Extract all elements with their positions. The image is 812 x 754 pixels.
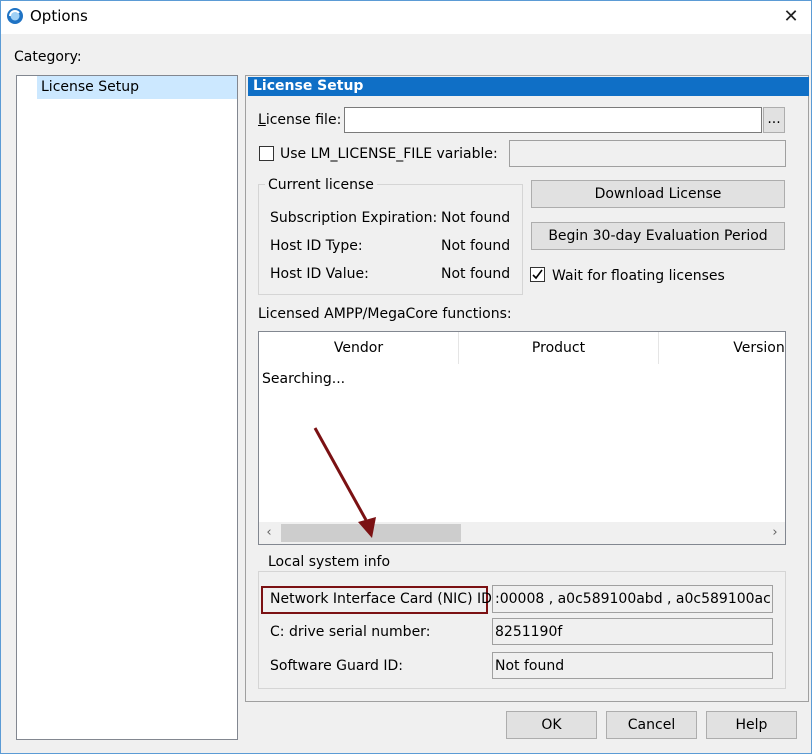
host-id-value-label: Host ID Value: [270,266,369,282]
download-license-button[interactable]: Download License [531,180,785,208]
drive-serial-label: C: drive serial number: [270,624,431,640]
license-file-label-text: icense file: [265,112,342,128]
app-icon [7,8,23,24]
column-header-product[interactable]: Product [459,332,659,364]
panel-header: License Setup [248,77,809,96]
close-icon[interactable]: ✕ [776,2,806,32]
host-id-type-value: Not found [441,238,511,254]
host-id-value-value: Not found [441,266,511,282]
software-guard-field[interactable]: Not found [492,652,773,679]
column-header-vendor[interactable]: Vendor [259,332,459,364]
use-env-label: Use LM_LICENSE_FILE variable: [280,146,498,162]
help-button[interactable]: Help [706,711,797,739]
local-system-info-title: Local system info [265,554,394,570]
searching-status: Searching... [262,371,346,387]
env-variable-field[interactable] [509,140,786,167]
tree-item-license-setup[interactable]: License Setup [37,76,237,99]
drive-serial-field[interactable]: 8251190f [492,618,773,645]
browse-button[interactable]: ... [763,107,785,133]
license-file-accel: L [258,112,266,128]
subscription-expiration-label: Subscription Expiration: [270,210,438,226]
evaluation-period-button[interactable]: Begin 30-day Evaluation Period [531,222,785,250]
window-title: Options [30,7,88,25]
title-bar [0,0,812,34]
host-id-type-label: Host ID Type: [270,238,363,254]
nic-label: Network Interface Card (NIC) ID: [270,591,497,607]
subscription-expiration-value: Not found [441,210,511,226]
use-env-checkbox[interactable] [259,146,274,161]
current-license-title: Current license [265,177,377,193]
annotation-arrow-icon [313,427,376,538]
license-file-input[interactable] [344,107,762,133]
column-header-version[interactable]: Version [659,332,785,364]
wait-floating-checkbox[interactable] [530,267,545,282]
functions-label: Licensed AMPP/MegaCore functions: [258,306,512,322]
scroll-left-icon[interactable]: ‹ [259,522,279,544]
ok-button[interactable]: OK [506,711,597,739]
nic-field[interactable]: :00008 , a0c589100abd , a0c589100ac1 [492,585,773,613]
wait-floating-label: Wait for floating licenses [552,268,725,284]
software-guard-label: Software Guard ID: [270,658,403,674]
category-tree[interactable]: License Setup [16,75,238,740]
checkmark-icon [532,269,543,280]
category-label: Category: [14,49,82,65]
license-file-label: License file: [258,112,341,128]
cancel-button[interactable]: Cancel [606,711,697,739]
scroll-right-icon[interactable]: › [765,522,785,544]
